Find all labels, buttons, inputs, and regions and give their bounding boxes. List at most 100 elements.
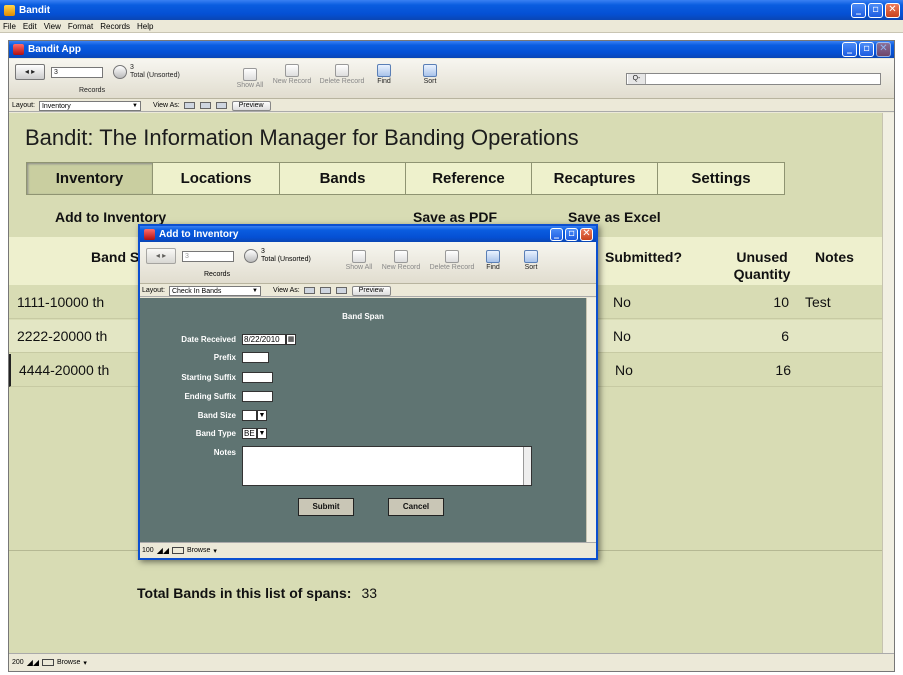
ending-suffix-field[interactable] [242,391,273,402]
band-type-label: Band Type [195,429,236,438]
os-title-bar[interactable]: Bandit _ ▫ ✕ [0,0,903,20]
notes-field[interactable] [242,446,532,486]
mode-dropdown-icon[interactable]: ▾ [83,659,87,667]
menu-view[interactable]: View [44,22,61,31]
status-area-icon[interactable] [42,659,54,666]
delete-record-icon [335,64,349,77]
menu-format[interactable]: Format [68,22,93,31]
zoom-level[interactable]: 200 [12,659,24,666]
dialog-minimize-icon[interactable]: _ [550,227,563,241]
layout-select[interactable]: Inventory ▼ [38,100,141,111]
record-number-field[interactable]: 3 [51,66,103,78]
add-to-inventory-button[interactable]: Add to Inventory [55,209,166,225]
table-view-icon[interactable] [215,102,227,109]
band-size-field[interactable] [242,410,257,421]
mode-label[interactable]: Browse [57,659,80,666]
tab-inventory[interactable]: Inventory [26,162,153,195]
dialog-vertical-scrollbar[interactable] [586,298,596,542]
total-bands-value: 33 [361,585,378,601]
dialog-close-icon[interactable]: ✕ [580,227,593,241]
dialog-preview-button[interactable]: Preview [351,285,391,296]
cancel-button[interactable]: Cancel [388,498,444,516]
dialog-find-button[interactable]: Find [480,250,506,271]
save-as-pdf-button[interactable]: Save as PDF [413,209,497,225]
list-view-icon[interactable] [199,102,211,109]
preview-button[interactable]: Preview [231,100,271,111]
search-icon[interactable]: Q- [628,74,646,84]
total-count: 3 [130,64,134,71]
doc-minimize-icon[interactable]: _ [842,42,857,57]
dialog-status-bar: 100 ◢◢ Browse ▾ [140,542,596,558]
dialog-mode-label[interactable]: Browse [187,547,210,554]
menu-records[interactable]: Records [100,22,130,31]
dialog-record-book-icon[interactable]: ◂ ▸ [146,248,176,264]
tab-locations[interactable]: Locations [152,162,280,195]
tab-reference[interactable]: Reference [405,162,532,195]
tab-settings[interactable]: Settings [657,162,785,195]
dialog-sort-icon [524,250,538,263]
starting-suffix-field[interactable] [242,372,273,383]
page-title: Bandit: The Information Manager for Band… [25,125,579,150]
date-received-field[interactable]: 8/22/2010 [242,334,286,345]
dialog-status-area-icon[interactable] [172,547,184,554]
dialog-layout-select[interactable]: Check In Bands ▼ [168,285,261,296]
new-record-icon [285,64,299,77]
menu-help[interactable]: Help [137,22,153,31]
dialog-list-view-icon[interactable] [319,287,331,294]
save-as-excel-button[interactable]: Save as Excel [568,209,661,225]
tab-recaptures[interactable]: Recaptures [531,162,658,195]
tab-bands[interactable]: Bands [279,162,406,195]
dialog-sort-button[interactable]: Sort [518,250,544,271]
menu-file[interactable]: File [3,22,16,31]
total-status: Total (Unsorted) [130,72,180,79]
find-button[interactable]: Find [371,64,397,85]
dialog-title-bar[interactable]: Add to Inventory _ ▫ ✕ [140,226,596,242]
ending-suffix-label: Ending Suffix [184,392,236,401]
dialog-record-navigator: ◂ ▸ 3 3 Total (Unsorted) [146,248,311,264]
vertical-scrollbar[interactable] [882,113,894,654]
notes-scrollbar[interactable] [523,447,531,485]
form-title: Band Span [342,312,384,321]
dialog-zoom-icon[interactable]: ◢◢ [157,546,169,555]
dialog-record-number-field[interactable]: 3 [182,250,234,262]
band-size-dropdown-icon[interactable]: ▼ [257,410,267,421]
menu-edit[interactable]: Edit [23,22,37,31]
close-icon[interactable]: ✕ [885,2,900,18]
doc-close-icon[interactable]: ✕ [876,42,891,57]
record-pie-icon[interactable] [113,65,127,79]
show-all-button[interactable]: Show All [235,68,265,89]
quantity-cell: 16 [775,362,791,378]
dialog-zoom-level[interactable]: 100 [142,547,154,554]
view-as-label: View As: [152,102,180,109]
quick-find-input[interactable]: Q- [626,73,881,85]
dialog-record-pie-icon[interactable] [244,249,258,263]
new-record-button[interactable]: New Record [269,64,315,85]
dialog-form-view-icon[interactable] [303,287,315,294]
doc-title-bar[interactable]: Bandit App _ ▫ ✕ [9,41,894,58]
date-received-label: Date Received [181,335,236,344]
record-navigator: ◂ ▸ 3 3 Total (Unsorted) [15,64,180,80]
calendar-icon[interactable]: ▦ [286,334,296,345]
prefix-field[interactable] [242,352,269,363]
dialog-restore-icon[interactable]: ▫ [565,227,578,241]
dialog-table-view-icon[interactable] [335,287,347,294]
status-toolbar: ◂ ▸ 3 3 Total (Unsorted) Records Show Al… [9,59,894,99]
doc-restore-icon[interactable]: ▫ [859,42,874,57]
submit-button[interactable]: Submit [298,498,354,516]
restore-icon[interactable]: ▫ [868,2,883,18]
band-type-field[interactable]: BE [242,428,257,439]
dialog-show-all-button[interactable]: Show All [344,250,374,271]
record-count-block: 3 Total (Unsorted) [130,64,180,80]
dialog-delete-record-button[interactable]: Delete Record [427,250,477,271]
record-book-icon[interactable]: ◂ ▸ [15,64,45,80]
sort-button[interactable]: Sort [417,64,443,85]
dialog-new-record-button[interactable]: New Record [378,250,424,271]
form-view-icon[interactable] [183,102,195,109]
band-type-dropdown-icon[interactable]: ▼ [257,428,267,439]
zoom-icon[interactable]: ◢◢ [27,658,39,667]
dialog-mode-dropdown-icon[interactable]: ▾ [213,547,217,555]
minimize-icon[interactable]: _ [851,2,866,18]
bandit-app-icon [4,4,15,16]
dialog-new-record-icon [394,250,408,263]
delete-record-button[interactable]: Delete Record [317,64,367,85]
